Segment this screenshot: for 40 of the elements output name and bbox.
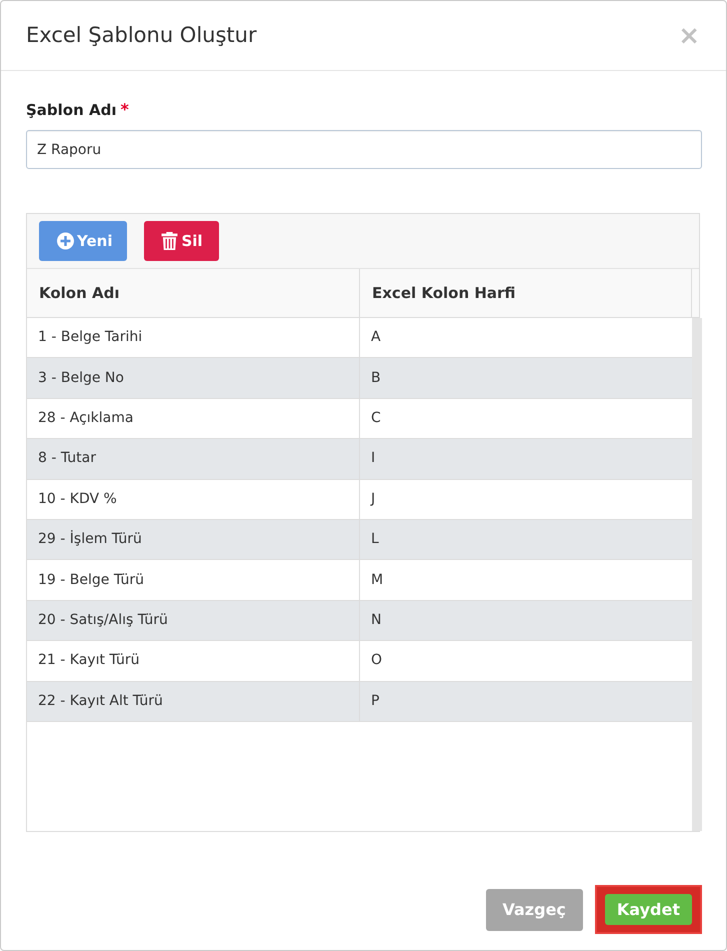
table-cell: 21 - Kayıt Türü xyxy=(27,641,360,681)
table-cell: 10 - KDV % xyxy=(27,480,360,519)
table-row[interactable]: 20 - Satış/Alış Türü N xyxy=(27,600,692,642)
table-row[interactable]: 1 - Belge Tarihi A xyxy=(27,318,692,358)
scrollbar[interactable] xyxy=(692,318,702,831)
trash-icon xyxy=(161,232,178,250)
table-cell-text: C xyxy=(370,408,382,428)
column-header[interactable]: Kolon Adı xyxy=(27,269,360,317)
table-cell-text: B xyxy=(370,368,382,388)
table-row[interactable]: 22 - Kayıt Alt Türü P xyxy=(27,682,692,722)
table-cell: 29 - İşlem Türü xyxy=(27,520,360,560)
table-cell: 1 - Belge Tarihi xyxy=(27,318,360,358)
table-cell-text: P xyxy=(370,692,380,711)
table-cell: 19 - Belge Türü xyxy=(27,560,360,600)
table-row[interactable]: 29 - İşlem Türü L xyxy=(27,520,692,560)
table-cell-text: M xyxy=(370,570,384,590)
table-row[interactable]: 3 - Belge No B xyxy=(27,358,692,399)
table-cell: 3 - Belge No xyxy=(27,358,360,398)
table-cell: 28 - Açıklama xyxy=(27,398,360,438)
table-row[interactable]: 19 - Belge Türü M xyxy=(27,560,692,601)
table-cell-text: I xyxy=(370,449,376,468)
field-label: Şablon Adı xyxy=(26,100,116,121)
table-row[interactable]: 8 - Tutar I xyxy=(27,439,692,480)
table-cell-text: N xyxy=(370,610,382,630)
column-header[interactable]: Excel Kolon Harfi xyxy=(360,269,692,317)
table-cell-text: L xyxy=(370,530,380,550)
table-cell: 22 - Kayıt Alt Türü xyxy=(27,682,360,721)
table-cell: 20 - Satış/Alış Türü xyxy=(27,600,360,640)
dialog-title: Excel Şablonu Oluştur xyxy=(26,22,257,48)
table-row[interactable]: 28 - Açıklama C xyxy=(27,398,692,440)
table-cell-text: J xyxy=(369,490,376,509)
table-cell-text: O xyxy=(370,651,384,670)
required-mark: * xyxy=(120,99,129,121)
plus-circle-icon xyxy=(57,232,74,250)
delete-button[interactable]: Sil xyxy=(144,221,219,261)
table-cell: 8 - Tutar xyxy=(27,439,360,479)
table-cell-text: A xyxy=(370,328,382,348)
table-row[interactable]: 10 - KDV % J xyxy=(27,480,692,520)
table-row[interactable]: 21 - Kayıt Türü O xyxy=(27,641,692,682)
template-name-field[interactable]: Z Raporu xyxy=(26,130,702,169)
